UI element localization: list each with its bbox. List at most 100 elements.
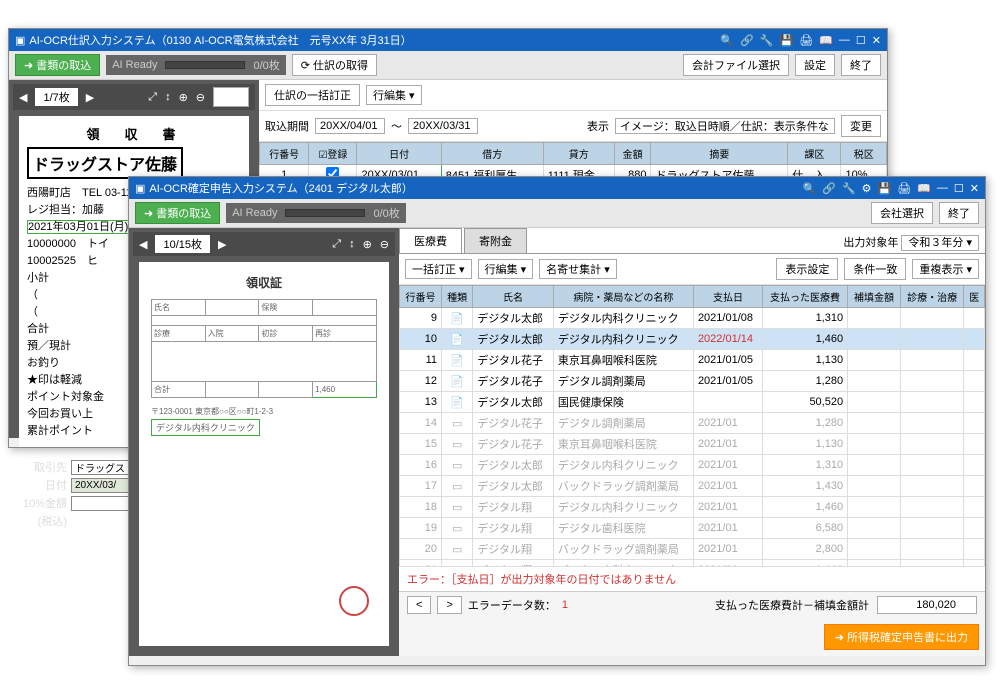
table-row[interactable]: 11📄デジタル花子東京耳鼻咽喉科医院2021/01/051,130: [400, 350, 985, 371]
close-icon[interactable]: ✕: [970, 182, 979, 195]
table-row[interactable]: 14▭デジタル花子デジタル調剤薬局2021/011,280: [400, 413, 985, 434]
column-header[interactable]: 課区: [788, 143, 841, 165]
maximize-icon[interactable]: ☐: [856, 34, 866, 47]
column-header[interactable]: 摘要: [651, 143, 788, 165]
settings-button[interactable]: 設定: [795, 54, 835, 76]
display-filter[interactable]: [615, 118, 835, 134]
column-header[interactable]: 金額: [614, 143, 651, 165]
import-button[interactable]: ➜ 書類の取込: [15, 54, 100, 76]
prev-icon[interactable]: ◀: [139, 238, 147, 251]
rotate-icon[interactable]: ↕: [349, 238, 355, 250]
column-header[interactable]: 病院・薬局などの名称: [553, 286, 693, 308]
column-header[interactable]: 税区: [841, 143, 887, 165]
book-icon[interactable]: 📖: [917, 182, 931, 195]
period-label: 取込期間: [265, 118, 309, 134]
search-icon[interactable]: 🔍: [803, 182, 817, 195]
exit-button[interactable]: 終了: [939, 202, 979, 224]
tax-return-window: ▣AI-OCR確定申告入力システム（2401 デジタル太郎） 🔍🔗🔧⚙ 💾🖨📖 …: [128, 176, 986, 666]
maximize-icon[interactable]: ☐: [954, 182, 964, 195]
next-error-button[interactable]: >: [437, 596, 461, 614]
app-icon: ▣: [135, 182, 145, 195]
column-header[interactable]: 医: [964, 286, 985, 308]
zoom-out-icon[interactable]: ⊖: [196, 91, 205, 104]
prev-error-button[interactable]: <: [407, 596, 431, 614]
minimize-icon[interactable]: —: [839, 34, 850, 46]
column-header[interactable]: ☑登録: [309, 143, 357, 165]
column-header[interactable]: 氏名: [473, 286, 554, 308]
column-header[interactable]: 行番号: [400, 286, 442, 308]
period-from-input[interactable]: [315, 118, 385, 134]
doc-type-icon: ▭: [442, 413, 473, 434]
table-row[interactable]: 13📄デジタル太郎国民健康保険50,520: [400, 392, 985, 413]
line-edit-dropdown[interactable]: 行編集 ▾: [366, 85, 422, 105]
zoom-in-icon[interactable]: ⊕: [363, 238, 372, 251]
doc-type-icon: 📄: [442, 308, 473, 329]
table-row[interactable]: 20▭デジタル翔バックドラッグ調剤薬局2021/012,800: [400, 539, 985, 560]
table-row[interactable]: 17▭デジタル太郎バックドラッグ調剤薬局2021/011,430: [400, 476, 985, 497]
column-header[interactable]: 借方: [441, 143, 543, 165]
table-row[interactable]: 9📄デジタル太郎デジタル内科クリニック2021/01/081,310: [400, 308, 985, 329]
condition-match-button[interactable]: 条件一致: [844, 258, 906, 280]
next-icon[interactable]: ▶: [86, 91, 94, 104]
column-header[interactable]: 支払日: [693, 286, 762, 308]
tool-icon[interactable]: 🔧: [760, 34, 774, 47]
total-value: 180,020: [877, 596, 977, 614]
file-select-button[interactable]: 会計ファイル選択: [683, 54, 789, 76]
fit-icon[interactable]: ⤢: [332, 238, 341, 251]
batch-edit-button[interactable]: 仕訳の一括訂正: [265, 84, 360, 106]
function-dropdown[interactable]: 機能: [213, 87, 249, 107]
tab-medical[interactable]: 医療費: [399, 228, 462, 253]
book-icon[interactable]: 📖: [819, 34, 833, 47]
tab-donation[interactable]: 寄附金: [464, 228, 527, 253]
column-header[interactable]: 貸方: [543, 143, 614, 165]
table-row[interactable]: 16▭デジタル太郎デジタル内科クリニック2021/011,310: [400, 455, 985, 476]
print-icon[interactable]: 🖨: [799, 34, 813, 47]
search-icon[interactable]: 🔍: [720, 34, 734, 47]
batch-edit-dropdown[interactable]: 一括訂正 ▾: [405, 259, 472, 279]
table-row[interactable]: 12📄デジタル花子デジタル調剤薬局2021/01/051,280: [400, 371, 985, 392]
table-row[interactable]: 10📄デジタル太郎デジタル内科クリニック2022/01/141,460: [400, 329, 985, 350]
table-row[interactable]: 15▭デジタル花子東京耳鼻咽喉科医院2021/011,130: [400, 434, 985, 455]
link-icon[interactable]: 🔗: [822, 182, 836, 195]
save-icon[interactable]: 💾: [780, 34, 794, 47]
year-dropdown[interactable]: 令和３年分 ▾: [901, 235, 979, 251]
app-icon: ▣: [15, 34, 25, 47]
display-settings-button[interactable]: 表示設定: [776, 258, 838, 280]
close-icon[interactable]: ✕: [872, 34, 881, 47]
get-journal-button[interactable]: ⟳ 仕訳の取得: [292, 54, 377, 76]
company-select-button[interactable]: 会社選択: [871, 202, 933, 224]
fit-icon[interactable]: ⤢: [148, 91, 157, 104]
column-header[interactable]: 日付: [357, 143, 441, 165]
zoom-out-icon[interactable]: ⊖: [380, 238, 389, 251]
name-aggregate-dropdown[interactable]: 名寄せ集計 ▾: [539, 259, 617, 279]
table-row[interactable]: 18▭デジタル翔デジタル内科クリニック2021/011,460: [400, 497, 985, 518]
change-button[interactable]: 変更: [841, 115, 881, 137]
period-to-input[interactable]: [408, 118, 478, 134]
config-icon[interactable]: ⚙: [862, 182, 872, 195]
column-header[interactable]: 行番号: [260, 143, 309, 165]
page-indicator: 10/15枚: [155, 235, 210, 253]
zoom-in-icon[interactable]: ⊕: [179, 91, 188, 104]
line-edit-dropdown[interactable]: 行編集 ▾: [478, 259, 534, 279]
prev-icon[interactable]: ◀: [19, 91, 27, 104]
column-header[interactable]: 診療・治療: [900, 286, 964, 308]
minimize-icon[interactable]: —: [937, 182, 948, 194]
column-header[interactable]: 種類: [442, 286, 473, 308]
table-row[interactable]: 19▭デジタル翔デジタル歯科医院2021/016,580: [400, 518, 985, 539]
column-header[interactable]: 支払った医療費: [762, 286, 847, 308]
print-icon[interactable]: 🖨: [897, 182, 911, 195]
page-count: 0/0枚: [373, 205, 399, 221]
tool-icon[interactable]: 🔧: [842, 182, 856, 195]
save-icon[interactable]: 💾: [878, 182, 892, 195]
rotate-icon[interactable]: ↕: [165, 91, 171, 103]
year-label: 出力対象年: [843, 237, 898, 249]
export-button[interactable]: ➜ 所得税確定申告書に出力: [824, 624, 979, 650]
link-icon[interactable]: 🔗: [740, 34, 754, 47]
column-header[interactable]: 補填金額: [848, 286, 901, 308]
import-button[interactable]: ➜ 書類の取込: [135, 202, 220, 224]
titlebar[interactable]: ▣AI-OCR確定申告入力システム（2401 デジタル太郎） 🔍🔗🔧⚙ 💾🖨📖 …: [129, 177, 985, 199]
titlebar[interactable]: ▣AI-OCR仕訳入力システム（0130 AI-OCR電気株式会社 元号XX年 …: [9, 29, 887, 51]
next-icon[interactable]: ▶: [218, 238, 226, 251]
exit-button[interactable]: 終了: [841, 54, 881, 76]
duplicate-dropdown[interactable]: 重複表示 ▾: [912, 259, 979, 279]
